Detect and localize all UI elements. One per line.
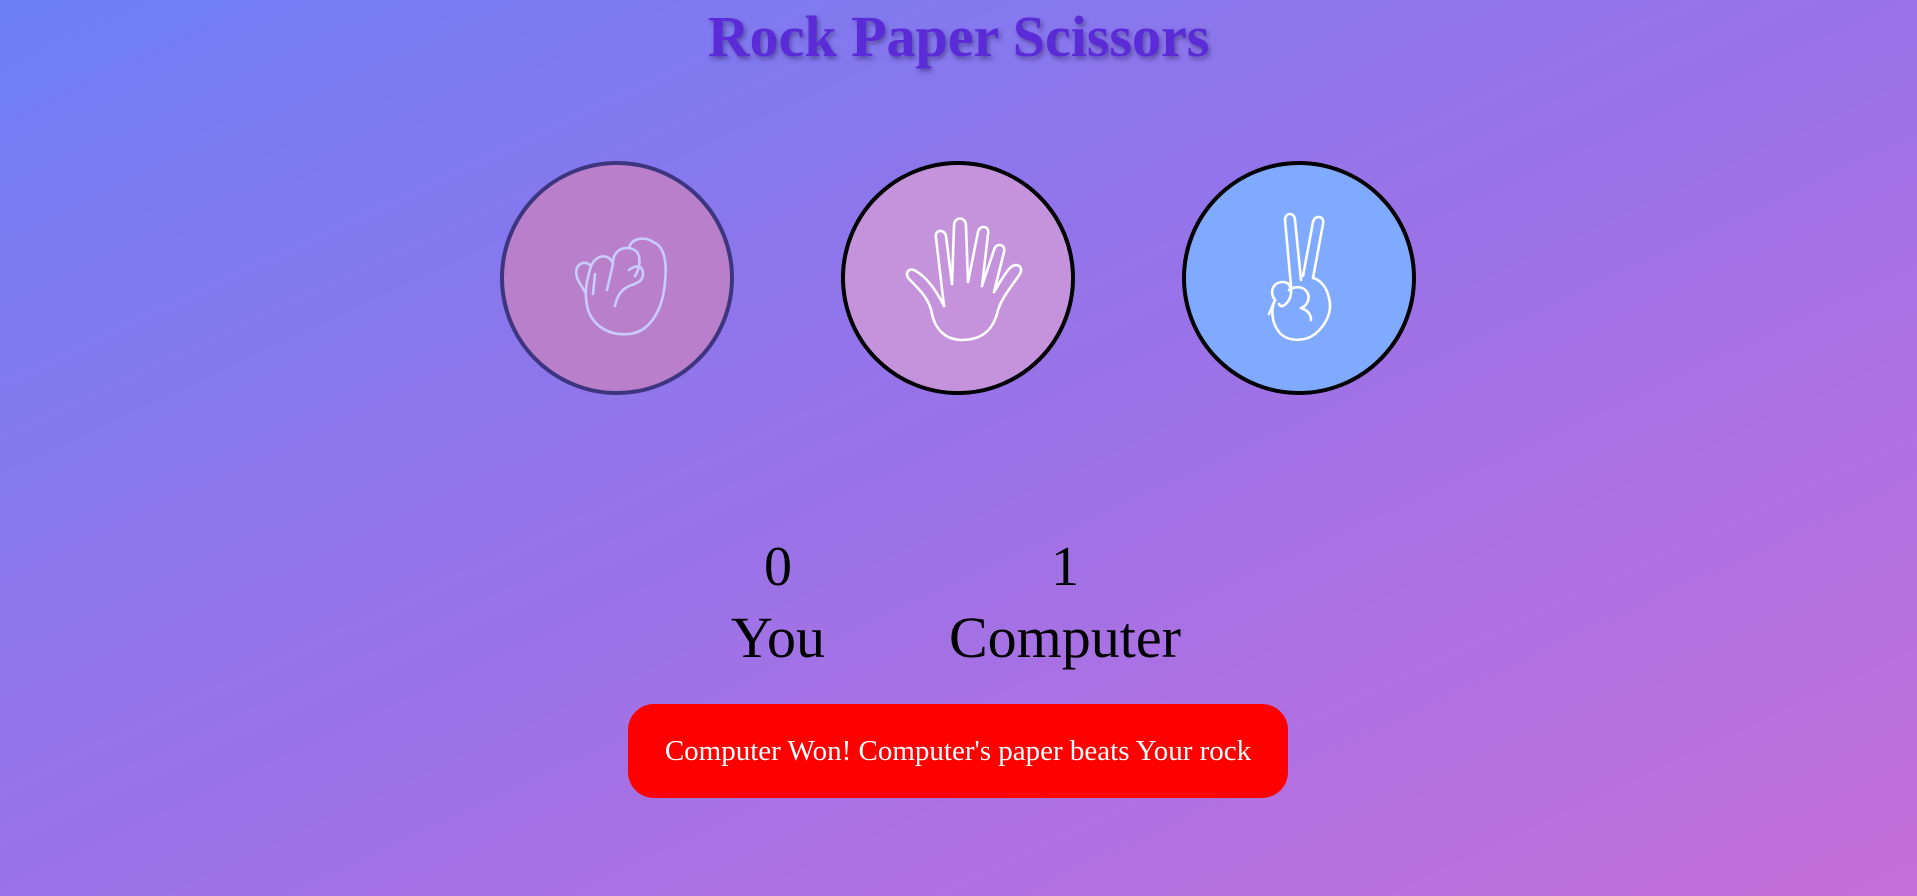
scissors-hand-icon [1267, 212, 1332, 342]
rock-choice-button[interactable] [500, 161, 734, 395]
computer-score-label: Computer [949, 605, 1181, 670]
computer-score-panel: 1 Computer [920, 532, 1210, 674]
result-message-banner: Computer Won! Computer's paper beats You… [628, 704, 1288, 798]
page-title: Rock Paper Scissors [707, 4, 1210, 69]
computer-score-value: 1 [1051, 536, 1079, 598]
result-message-text: Computer Won! Computer's paper beats You… [664, 734, 1252, 767]
scissors-choice-button[interactable] [1182, 161, 1416, 395]
paper-hand-icon [905, 217, 1023, 342]
user-score-label: You [730, 605, 826, 670]
paper-choice-button[interactable] [841, 161, 1075, 395]
user-score-panel: 0 You [700, 532, 856, 674]
rock-fist-icon [575, 237, 667, 336]
user-score-value: 0 [764, 536, 792, 598]
